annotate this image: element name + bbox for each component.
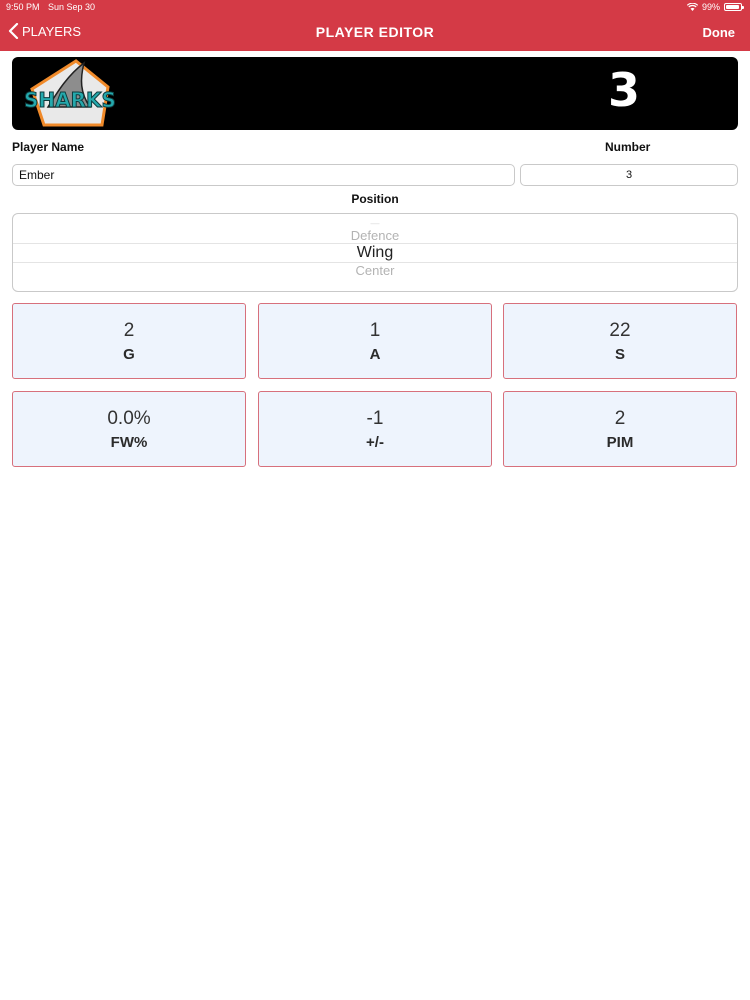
- player-name-label: Player Name: [12, 140, 85, 154]
- stat-assists[interactable]: 1 A: [258, 303, 492, 379]
- picker-option-ghost: ―: [370, 218, 380, 228]
- stat-value: 2: [123, 320, 135, 341]
- done-button[interactable]: Done: [703, 25, 736, 40]
- stat-label: G: [123, 346, 135, 363]
- team-logo-text: SHARKS: [24, 88, 116, 112]
- stat-label: A: [369, 346, 381, 363]
- stat-label: PIM: [606, 434, 634, 451]
- stat-shots[interactable]: 22 S: [503, 303, 737, 379]
- stat-plus-minus[interactable]: -1 +/-: [258, 391, 492, 467]
- status-date: Sun Sep 30: [48, 2, 96, 12]
- status-indicators: 99%: [686, 2, 744, 12]
- stat-label: S: [614, 346, 625, 363]
- position-picker[interactable]: ― Defence Wing Center: [12, 213, 738, 292]
- stat-value: 1: [369, 320, 381, 341]
- status-bar: 9:50 PM Sun Sep 30 99%: [0, 0, 750, 15]
- stat-value: -1: [366, 408, 384, 429]
- wifi-icon: [686, 3, 698, 11]
- picker-option-center[interactable]: Center: [13, 263, 737, 278]
- position-label: Position: [351, 192, 399, 206]
- navigation-bar: 9:50 PM Sun Sep 30 99% PLAYERS PLAYER ED…: [0, 0, 750, 51]
- stat-value: 2: [614, 408, 626, 429]
- stat-goals[interactable]: 2 G: [12, 303, 246, 379]
- nav-row: PLAYERS PLAYER EDITOR Done: [0, 15, 750, 51]
- player-name-input[interactable]: [12, 164, 515, 186]
- page-title: PLAYER EDITOR: [315, 24, 435, 40]
- battery-percentage: 99%: [701, 2, 720, 12]
- number-label: Number: [605, 140, 651, 154]
- stat-value: 22: [609, 320, 631, 341]
- player-number-display: 3: [607, 63, 640, 117]
- battery-icon: [724, 3, 744, 11]
- stat-value: 0.0%: [107, 408, 151, 429]
- number-input[interactable]: [520, 164, 738, 186]
- player-banner: SHARKS 3: [12, 57, 738, 130]
- stat-faceoff-win-pct[interactable]: 0.0% FW%: [12, 391, 246, 467]
- stat-penalty-minutes[interactable]: 2 PIM: [503, 391, 737, 467]
- team-logo: SHARKS: [24, 59, 116, 127]
- stat-label: FW%: [110, 434, 148, 451]
- picker-option-wing[interactable]: Wing: [13, 244, 737, 262]
- status-time: 9:50 PM: [6, 2, 40, 12]
- picker-option-defence[interactable]: Defence: [13, 228, 737, 243]
- stat-label: +/-: [366, 434, 384, 451]
